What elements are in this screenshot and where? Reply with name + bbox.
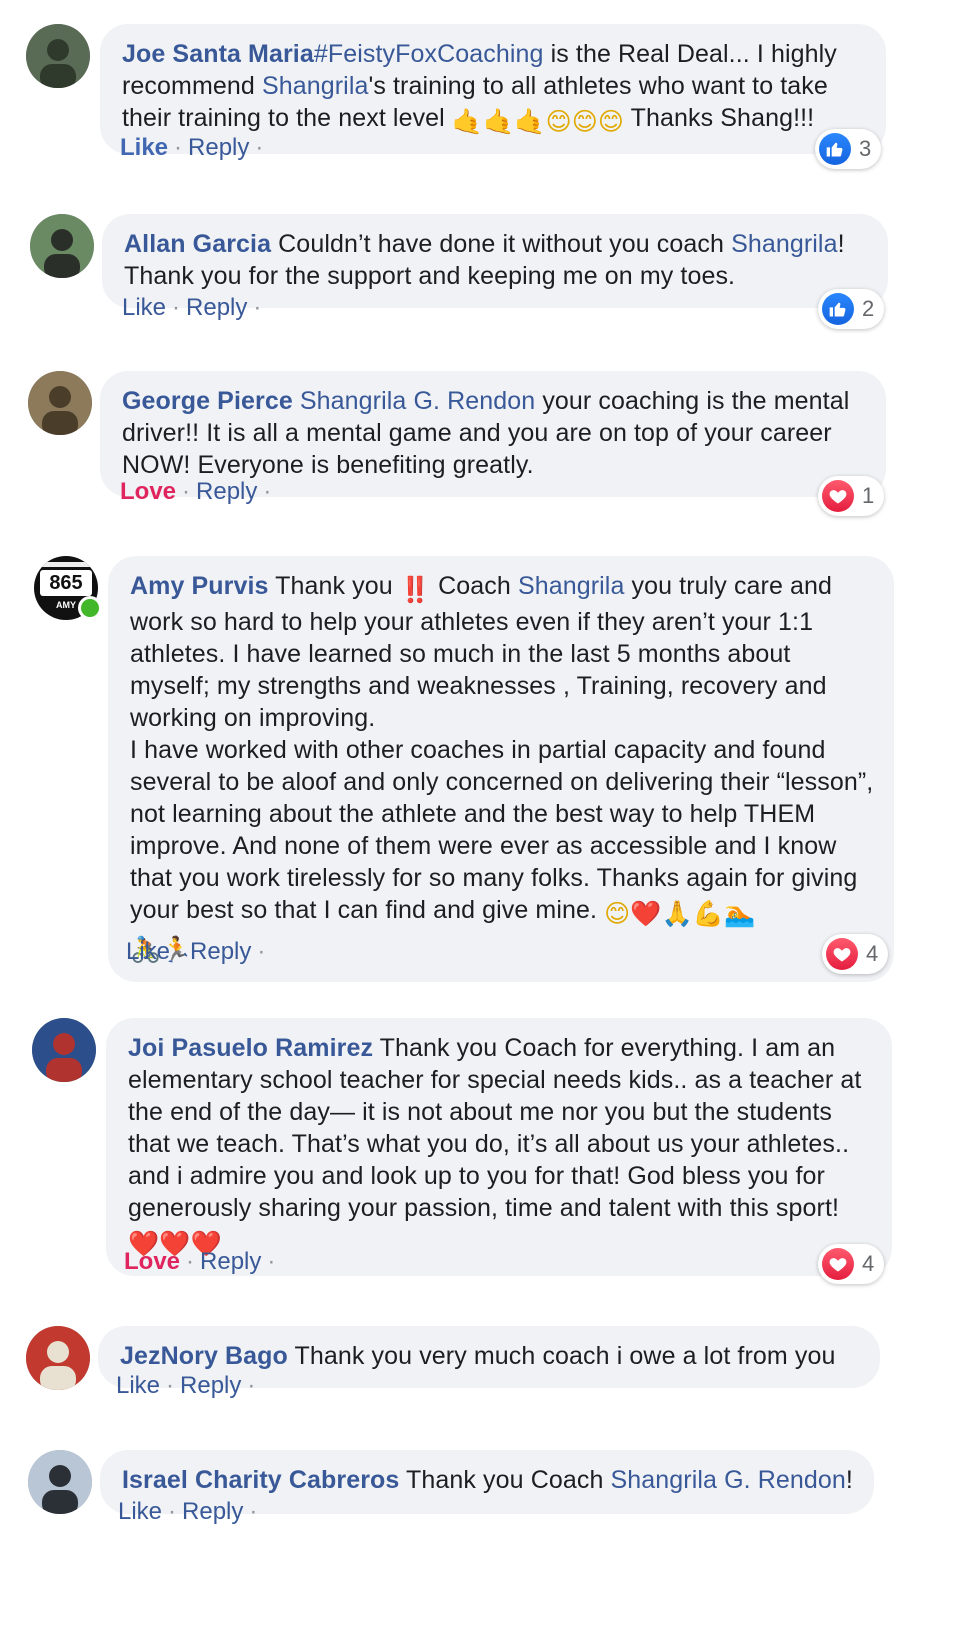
call-me-hand-icon: 🤙🤙🤙 [451, 107, 546, 136]
reply-button[interactable]: Reply [180, 1372, 241, 1399]
thumbs-up-icon [822, 293, 854, 325]
comment-text: ! [845, 1466, 853, 1494]
separator: · [168, 1498, 177, 1525]
reply-button[interactable]: Reply [182, 1498, 243, 1525]
mention-link[interactable]: #FeistyFoxCoaching [314, 40, 544, 68]
avatar-badge-number: 865 [49, 572, 83, 594]
comment-text: I have worked with other coaches in part… [130, 736, 874, 924]
separator: · [257, 938, 266, 965]
separator: · [253, 294, 262, 321]
reply-button[interactable]: Reply [200, 1248, 261, 1275]
reaction-count-badge[interactable]: 4 [822, 934, 889, 974]
reaction-count: 4 [862, 1251, 875, 1276]
like-button[interactable]: Love [120, 478, 176, 505]
comment-text: Coach [431, 572, 518, 600]
reply-button[interactable]: Reply [188, 134, 249, 161]
comment-text: Thank you [268, 572, 400, 600]
avatar[interactable] [28, 1450, 92, 1514]
separator: · [186, 1248, 195, 1275]
comment-text: Thank you Coach [399, 1466, 611, 1494]
comment-text [293, 387, 300, 415]
mention-link[interactable]: Shangrila [731, 230, 838, 258]
heart-icon [822, 480, 854, 512]
avatar[interactable] [28, 371, 92, 435]
heart-icon [822, 1248, 854, 1280]
comment-author-link[interactable]: Amy Purvis [130, 572, 269, 600]
double-exclamation-icon: ‼️ [399, 575, 432, 604]
comment-author-link[interactable]: Israel Charity Cabreros [122, 1466, 399, 1494]
like-button[interactable]: Like [120, 134, 168, 161]
reaction-count: 1 [862, 483, 875, 508]
like-button[interactable]: Love [124, 1248, 180, 1275]
reply-button[interactable]: Reply [196, 478, 257, 505]
heart-icon [826, 938, 858, 970]
comment-actions: Like · Reply · [122, 294, 267, 322]
reaction-count-badge[interactable]: 1 [818, 476, 885, 516]
avatar[interactable] [30, 214, 94, 278]
comment-author-link[interactable]: Joi Pasuelo Ramirez [128, 1034, 373, 1062]
separator: · [166, 1372, 175, 1399]
mention-link[interactable]: Shangrila G. Rendon [300, 387, 535, 415]
comment-bubble: Joi Pasuelo Ramirez Thank you Coach for … [106, 1018, 892, 1276]
folded-hands-icon: 🙏💪🏊 [661, 899, 756, 928]
comment-text: Thank you Coach for everything. I am an … [128, 1034, 862, 1222]
separator: · [174, 134, 183, 161]
comment-text: Thank you very much coach i owe a lot fr… [287, 1342, 836, 1370]
separator: · [182, 478, 191, 505]
comment-bubble: Amy Purvis Thank you ‼️ Coach Shangrila … [108, 556, 894, 982]
comment-text: Couldn’t have done it without you coach [271, 230, 732, 258]
like-button[interactable]: Like [116, 1372, 160, 1399]
reaction-count-badge[interactable]: 4 [818, 1244, 885, 1284]
separator: · [267, 1248, 276, 1275]
comment-text: Thanks Shang!!! [624, 104, 815, 132]
separator: · [172, 294, 181, 321]
reaction-count: 2 [862, 296, 875, 321]
reply-button[interactable]: Reply [186, 294, 247, 321]
separator: · [255, 134, 264, 161]
reply-button[interactable]: Reply [190, 938, 251, 965]
avatar[interactable] [26, 1326, 90, 1390]
mention-link[interactable]: Shangrila G. Rendon [611, 1466, 846, 1494]
comment-actions: Like · Reply · [116, 1372, 261, 1400]
comment-actions: Love · Reply · [120, 478, 277, 506]
comment-author-link[interactable]: Allan Garcia [124, 230, 271, 258]
smiling-face-icon: 😊 [604, 899, 631, 928]
comment-actions: Like · Reply · [120, 134, 269, 162]
like-button[interactable]: Like [122, 294, 166, 321]
like-button[interactable]: Like [126, 938, 170, 965]
smiling-face-icon: 😊😊😊 [545, 107, 625, 136]
red-heart-icon: ❤️ [630, 899, 662, 928]
separator: · [263, 478, 272, 505]
reaction-count: 3 [859, 136, 872, 161]
comment-actions: Like · Reply · [118, 1498, 263, 1526]
thumbs-up-icon [819, 133, 851, 165]
comment-actions: Love · Reply · [124, 1248, 281, 1276]
online-status-icon [78, 596, 102, 620]
avatar[interactable] [26, 24, 90, 88]
comment-author-link[interactable]: JezNory Bago [120, 1342, 288, 1370]
avatar[interactable] [32, 1018, 96, 1082]
mention-link[interactable]: Shangrila [518, 572, 625, 600]
reaction-count: 4 [866, 941, 879, 966]
mention-link[interactable]: Shangrila [262, 72, 369, 100]
comment-actions: Like · Reply · [126, 938, 271, 966]
comment-author-link[interactable]: George Pierce [122, 387, 293, 415]
separator: · [176, 938, 185, 965]
comment-author-link[interactable]: Joe Santa Maria [122, 40, 314, 68]
separator: · [249, 1498, 258, 1525]
separator: · [247, 1372, 256, 1399]
reaction-count-badge[interactable]: 3 [815, 129, 882, 169]
reaction-count-badge[interactable]: 2 [818, 289, 885, 329]
like-button[interactable]: Like [118, 1498, 162, 1525]
